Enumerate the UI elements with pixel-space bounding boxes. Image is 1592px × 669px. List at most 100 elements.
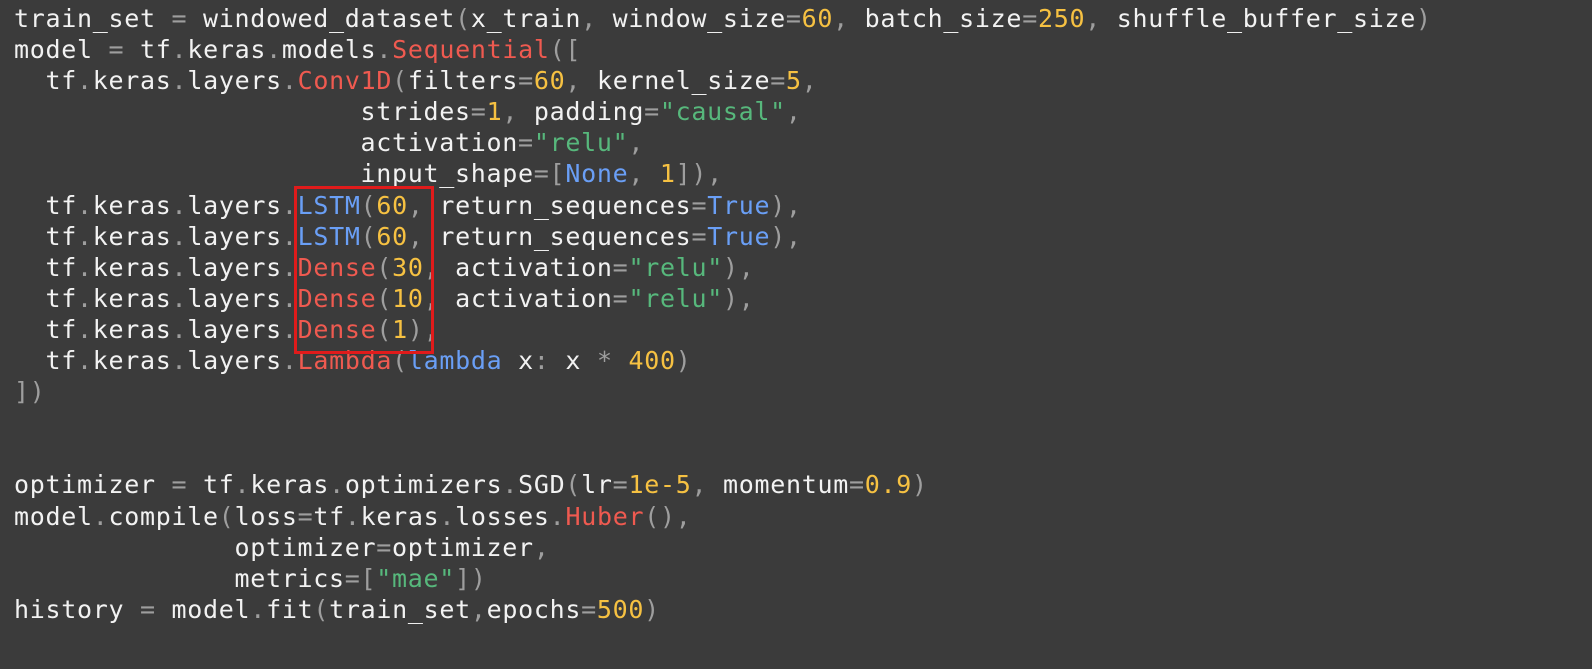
code-token: ): [912, 470, 928, 500]
code-token: epochs: [486, 594, 582, 624]
code-token: =: [518, 66, 534, 96]
code-token: ,: [785, 97, 802, 127]
code-token: ): [675, 346, 692, 376]
code-token: keras: [92, 252, 172, 282]
code-token: .: [171, 190, 188, 220]
code-token: Lambda: [297, 346, 393, 376]
code-token: .: [171, 314, 188, 344]
code-token: .: [77, 346, 93, 376]
code-editor: train_set = windowed_dataset(x_train, wi…: [14, 3, 1584, 663]
code-token: ,: [470, 594, 487, 624]
code-token: model: [171, 594, 251, 624]
code-token: keras: [250, 470, 330, 500]
code-token: .: [281, 66, 298, 96]
code-token: ): [644, 594, 660, 624]
code-token: (: [313, 594, 330, 624]
code-token: =: [297, 501, 314, 531]
code-token: =: [691, 190, 708, 220]
code-token: 5: [785, 66, 802, 96]
code-line: model.compile(loss=tf.keras.losses.Huber…: [14, 501, 1584, 532]
code-token: tf: [203, 470, 235, 500]
code-token: =: [848, 470, 865, 500]
code-token: layers: [187, 190, 282, 220]
code-token: 400: [628, 346, 676, 376]
code-token: =: [92, 35, 141, 65]
code-token: optimizer: [392, 532, 534, 562]
code-token: ,: [533, 532, 550, 562]
code-token: lr: [581, 470, 613, 500]
code-token: .: [281, 283, 298, 313]
code-line: strides=1, padding="causal",: [14, 96, 1584, 127]
code-token: =: [612, 252, 629, 282]
code-token: tf: [14, 66, 78, 96]
code-token: .: [344, 501, 361, 531]
code-token: (: [218, 501, 235, 531]
code-token: ,: [407, 190, 440, 220]
code-token: strides: [14, 97, 471, 127]
code-token: =: [470, 97, 487, 127]
code-token: =: [124, 594, 172, 624]
code-token: (: [565, 470, 582, 500]
code-token: .: [281, 221, 298, 251]
code-line: history = model.fit(train_set,epochs=500…: [14, 594, 1584, 625]
code-token: 30: [392, 252, 424, 282]
code-token: ,: [407, 221, 440, 251]
code-token: input_shape: [14, 159, 534, 189]
code-token: keras: [187, 35, 267, 65]
code-token: tf: [14, 346, 78, 376]
code-token: .: [77, 221, 93, 251]
code-token: =[: [533, 159, 566, 189]
code-token: =: [691, 221, 708, 251]
code-token: model: [14, 35, 93, 65]
code-token: ),: [770, 221, 802, 251]
code-token: (: [360, 221, 377, 251]
code-token: lambda: [407, 346, 503, 376]
code-token: .: [266, 35, 282, 65]
code-token: .: [376, 35, 393, 65]
code-token: Sequential: [392, 35, 550, 65]
code-token: .: [281, 252, 298, 282]
code-line: optimizer=optimizer,: [14, 532, 1584, 563]
code-token: ),: [722, 283, 755, 313]
code-token: tf: [14, 283, 78, 313]
code-token: ,: [628, 159, 660, 189]
code-token: optimizers: [344, 470, 503, 500]
code-token: ]): [455, 563, 487, 593]
code-token: LSTM: [297, 221, 361, 251]
code-token: keras: [92, 190, 172, 220]
code-token: x_train: [470, 4, 582, 33]
code-token: x: [565, 346, 597, 376]
code-token: metrics: [14, 563, 345, 593]
code-token: .: [171, 221, 188, 251]
code-line: input_shape=[None, 1]),: [14, 158, 1584, 189]
code-token: =: [770, 66, 786, 96]
code-token: "relu": [628, 252, 723, 282]
code-token: :: [533, 346, 566, 376]
code-token: filters: [407, 66, 519, 96]
code-token: .: [281, 346, 298, 376]
code-token: model: [14, 501, 93, 531]
code-token: (: [376, 283, 393, 313]
code-token: 250: [1037, 4, 1086, 33]
code-token: 60: [533, 66, 566, 96]
code-token: tf: [14, 314, 78, 344]
code-token: optimizer: [14, 532, 377, 562]
code-token: ,: [423, 283, 456, 313]
code-token: .: [77, 252, 93, 282]
code-token: =: [644, 97, 660, 127]
code-token: ,: [801, 66, 818, 96]
code-token: activation: [455, 283, 613, 313]
code-token: =: [612, 283, 629, 313]
code-token: .: [171, 35, 188, 65]
code-token: ,: [565, 66, 597, 96]
code-token: ,: [691, 470, 723, 500]
code-token: Dense: [297, 314, 377, 344]
code-token: train_set: [329, 594, 471, 624]
code-token: 60: [801, 4, 834, 33]
code-token: =: [155, 4, 204, 33]
code-token: =: [155, 470, 204, 500]
code-token: layers: [187, 283, 282, 313]
code-token: ,: [502, 97, 534, 127]
code-token: window_size: [612, 4, 786, 33]
code-token: "causal": [659, 97, 786, 127]
